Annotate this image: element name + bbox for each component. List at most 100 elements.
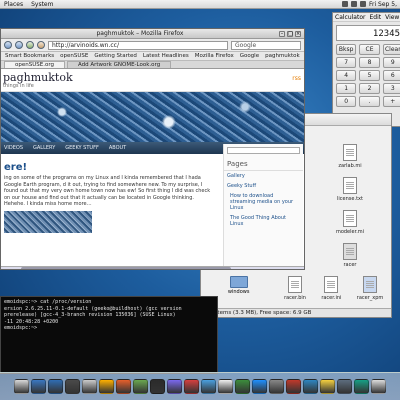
nav-videos[interactable]: VIDEOS [4,145,23,151]
scrollbar-thumb[interactable] [21,267,231,269]
navigation-toolbar: http://arvinoids.wn.cc/ Google [1,39,304,52]
key-3[interactable]: 3 [382,83,400,94]
file-item[interactable]: racer.bin [284,276,306,301]
bookmark-item[interactable]: Mozilla Firefox [195,53,234,59]
file-item[interactable]: license.txt [309,177,391,202]
battery-icon[interactable] [360,1,366,7]
key-1[interactable]: 1 [336,83,357,94]
ce-key[interactable]: CE [359,44,380,55]
key-plus[interactable]: + [382,96,400,107]
dock-app-icon[interactable] [184,379,199,394]
firefox-window: paghmuktok – Mozilla Firefox – □ × http:… [0,28,305,270]
sidebar-link[interactable]: Geeky Stuff [224,181,303,191]
dock-app-icon[interactable] [14,379,29,394]
network-icon[interactable] [342,1,348,7]
post-image[interactable] [4,210,92,233]
key-8[interactable]: 8 [359,57,380,68]
post-title[interactable]: ere! [1,158,216,175]
sidebar-link[interactable]: The Good Thing About Linux [224,213,303,229]
key-9[interactable]: 9 [382,57,400,68]
bookmark-item[interactable]: Google [240,53,259,59]
nav-gallery[interactable]: GALLERY [33,145,55,151]
file-item[interactable]: racer.ini [321,276,341,301]
url-bar[interactable]: http://arvinoids.wn.cc/ [48,40,228,50]
sidebar-title: Pages [224,160,303,171]
bookmark-item[interactable]: Latest Headlines [143,53,189,59]
file-item[interactable]: modeler.mi [309,210,391,235]
dock-app-icon[interactable] [320,379,335,394]
dock-app-icon[interactable] [252,379,267,394]
dock-app-icon[interactable] [218,379,233,394]
reload-button[interactable] [26,41,34,49]
dock-app-icon[interactable] [167,379,182,394]
folder-label: windows [227,289,250,295]
nav-about[interactable]: ABOUT [109,145,126,151]
menu-edit[interactable]: Edit [369,14,381,21]
system-menu[interactable]: System [27,1,57,8]
backspace-key[interactable]: Bksp [336,44,357,55]
tab-opensuse[interactable]: openSUSE.org [4,61,65,68]
firefox-titlebar[interactable]: paghmuktok – Mozilla Firefox – □ × [1,29,304,39]
calc-row: 4 5 6 [336,70,400,81]
key-decimal[interactable]: . [359,96,380,107]
bookmark-item[interactable]: Smart Bookmarks [5,53,54,59]
file-item[interactable]: racer_xpm [357,276,383,301]
key-4[interactable]: 4 [336,70,357,81]
dock-app-icon[interactable] [150,379,165,394]
back-button[interactable] [4,41,12,49]
key-5[interactable]: 5 [359,70,380,81]
dock-app-icon[interactable] [133,379,148,394]
rss-link[interactable]: rss [292,75,301,82]
horizontal-scrollbar[interactable] [1,266,304,269]
sidebar-link[interactable]: Gallery [224,171,303,181]
dock-app-icon[interactable] [269,379,284,394]
dock [0,372,400,400]
bookmark-item[interactable]: Getting Started [94,53,137,59]
bookmark-item[interactable]: openSUSE [60,53,88,59]
dock-app-icon[interactable] [337,379,352,394]
site-sidebar: Pages Gallery Geeky Stuff How to downloa… [223,144,303,269]
clock[interactable]: Fri Sep 5, [369,1,397,8]
tab-gnome-look[interactable]: Add Artwork GNOME-Look.org [66,61,172,68]
maximize-icon[interactable]: □ [287,30,293,37]
dock-app-icon[interactable] [201,379,216,394]
places-menu[interactable]: Places [0,1,27,8]
file-row: windows racer.bin racer.ini racer_xpm [201,276,391,309]
dock-app-icon[interactable] [303,379,318,394]
dock-app-icon[interactable] [116,379,131,394]
calculator-menubar: Calculator Edit View He [333,13,400,22]
menu-view[interactable]: View [385,14,399,21]
search-input[interactable]: Google [231,40,301,50]
key-0[interactable]: 0 [336,96,357,107]
menu-calculator[interactable]: Calculator [335,14,365,21]
dock-app-icon[interactable] [65,379,80,394]
key-2[interactable]: 2 [359,83,380,94]
sidebar-search-input[interactable] [227,147,300,154]
sidebar-link[interactable]: How to download streaming media on your … [224,191,303,213]
home-button[interactable] [37,41,45,49]
key-7[interactable]: 7 [336,57,357,68]
dock-app-icon[interactable] [82,379,97,394]
forward-button[interactable] [15,41,23,49]
dock-app-icon[interactable] [99,379,114,394]
file-label: modeler.mi [335,229,365,235]
file-item[interactable]: racer [309,243,391,268]
bookmark-item[interactable]: paghmuktok [265,53,300,59]
dock-app-icon[interactable] [286,379,301,394]
minimize-icon[interactable]: – [279,30,285,37]
site-tagline: things in life [3,83,34,89]
clear-key[interactable]: Clear [382,44,400,55]
close-icon[interactable]: × [295,30,301,37]
dock-app-icon[interactable] [31,379,46,394]
dock-app-icon[interactable] [235,379,250,394]
dock-app-icon[interactable] [48,379,63,394]
volume-icon[interactable] [351,1,357,7]
key-6[interactable]: 6 [382,70,400,81]
dock-app-icon[interactable] [371,379,386,394]
file-label: racer [343,262,357,268]
post-text: ing on some of the programs on my Linux … [4,175,211,207]
file-item[interactable]: zarlab.mi [309,144,391,169]
dock-app-icon[interactable] [354,379,369,394]
nav-geeky-stuff[interactable]: GEEKY STUFF [65,145,99,151]
terminal-window[interactable]: emoidspc:~> cat /proc/version ersion 2.6… [0,296,218,374]
